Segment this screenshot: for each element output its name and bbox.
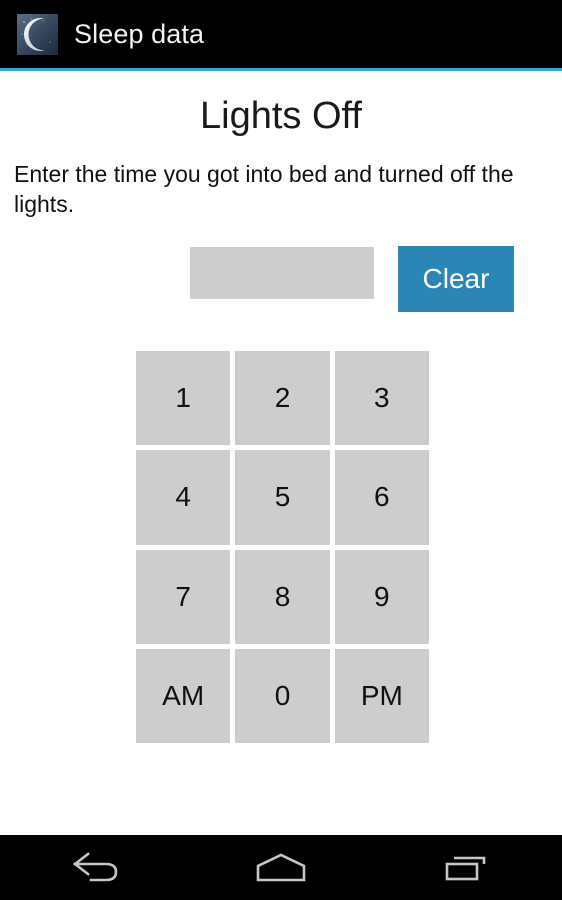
- home-icon: [256, 853, 306, 881]
- time-entry-row: Clear: [190, 246, 514, 313]
- nav-home-button[interactable]: [187, 835, 374, 900]
- android-navigation-bar: [0, 835, 562, 900]
- app-screen: Sleep data Lights Off Enter the time you…: [0, 0, 562, 900]
- key-am[interactable]: AM: [136, 648, 231, 743]
- key-5[interactable]: 5: [235, 450, 330, 545]
- numeric-keypad: 1 2 3 4 5 6 7 8 9 AM 0 PM: [136, 351, 429, 743]
- content-area: Lights Off Enter the time you got into b…: [0, 71, 562, 835]
- clear-button[interactable]: Clear: [398, 246, 514, 312]
- key-4[interactable]: 4: [136, 450, 231, 545]
- instructions-text: Enter the time you got into bed and turn…: [14, 161, 514, 217]
- key-9[interactable]: 9: [334, 549, 429, 644]
- key-1[interactable]: 1: [136, 351, 231, 446]
- key-8[interactable]: 8: [235, 549, 330, 644]
- time-input[interactable]: [190, 247, 374, 299]
- back-arrow-icon: [72, 851, 117, 881]
- recent-apps-icon: [446, 856, 486, 880]
- key-7[interactable]: 7: [136, 549, 231, 644]
- page-title: Lights Off: [200, 95, 362, 137]
- key-2[interactable]: 2: [235, 351, 330, 446]
- app-title: Sleep data: [74, 18, 205, 49]
- key-6[interactable]: 6: [334, 450, 429, 545]
- title-bar: Sleep data: [0, 0, 562, 68]
- nav-recents-button[interactable]: [375, 835, 562, 900]
- crescent-moon-icon: [17, 13, 58, 55]
- key-0[interactable]: 0: [235, 648, 330, 743]
- nav-back-button[interactable]: [0, 835, 187, 900]
- key-pm[interactable]: PM: [334, 648, 429, 743]
- key-3[interactable]: 3: [334, 351, 429, 446]
